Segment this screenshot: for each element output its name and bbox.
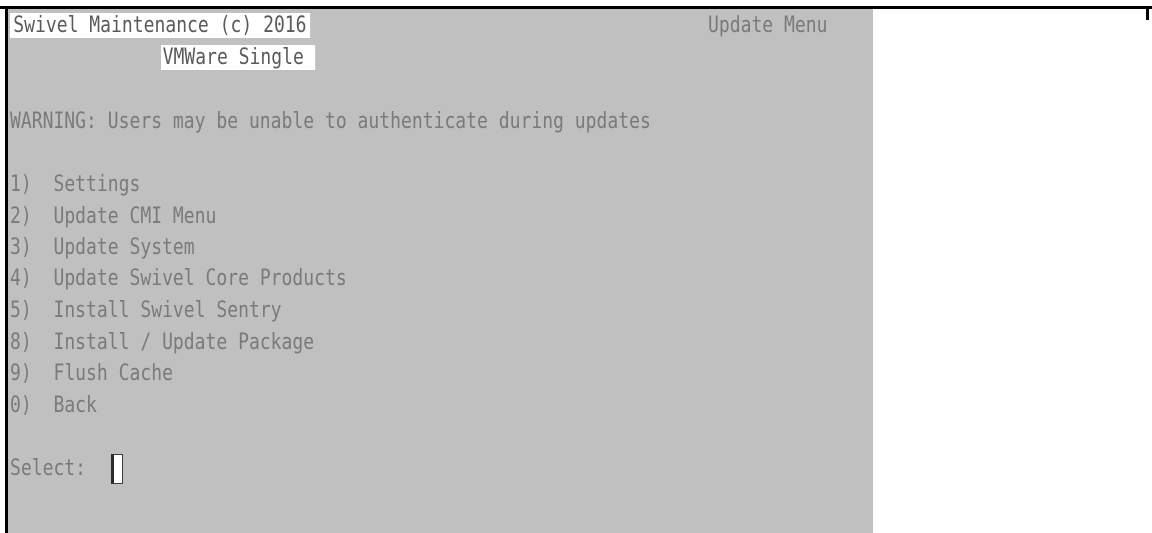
menu-item-update-system[interactable]: 3) Update System [10, 232, 195, 263]
subtitle-text: VMWare Single [161, 45, 316, 70]
menu-item-key: 3) [10, 235, 32, 260]
menu-item-label: Update Swivel Core Products [53, 266, 347, 291]
warning-message: WARNING: Users may be unable to authenti… [10, 109, 651, 134]
menu-item-update-core-products[interactable]: 4) Update Swivel Core Products [10, 263, 347, 294]
menu-item-key: 0) [10, 393, 32, 418]
select-prompt-label: Select: [10, 456, 87, 481]
menu-item-key: 5) [10, 298, 32, 323]
menu-item-label: Update System [53, 235, 195, 260]
menu-item-label: Install Swivel Sentry [53, 298, 282, 323]
menu-item-settings[interactable]: 1) Settings [10, 169, 140, 200]
menu-item-key: 1) [10, 172, 32, 197]
subtitle: VMWare Single [161, 42, 316, 73]
menu-item-back[interactable]: 0) Back [10, 390, 97, 421]
app-title-text: Swivel Maintenance (c) 2016 [10, 13, 310, 38]
menu-item-update-cmi-menu[interactable]: 2) Update CMI Menu [10, 201, 216, 232]
menu-item-label: Back [53, 393, 97, 418]
window-right-border [1146, 6, 1149, 20]
menu-item-key: 8) [10, 330, 32, 355]
terminal-screen[interactable]: Swivel Maintenance (c) 2016 Update Menu … [8, 9, 873, 533]
menu-item-key: 9) [10, 361, 32, 386]
menu-item-install-update-package[interactable]: 8) Install / Update Package [10, 327, 314, 358]
menu-item-label: Update CMI Menu [53, 204, 217, 229]
select-input-cursor[interactable] [111, 454, 123, 484]
menu-item-key: 4) [10, 266, 32, 291]
menu-item-key: 2) [10, 204, 32, 229]
menu-item-install-sentry[interactable]: 5) Install Swivel Sentry [10, 295, 282, 326]
app-title: Swivel Maintenance (c) 2016 [10, 10, 310, 41]
menu-item-label: Install / Update Package [53, 330, 315, 355]
menu-item-label: Settings [53, 172, 141, 197]
menu-item-label: Flush Cache [53, 361, 173, 386]
menu-name: Update Menu [708, 13, 828, 38]
menu-item-flush-cache[interactable]: 9) Flush Cache [10, 358, 173, 389]
